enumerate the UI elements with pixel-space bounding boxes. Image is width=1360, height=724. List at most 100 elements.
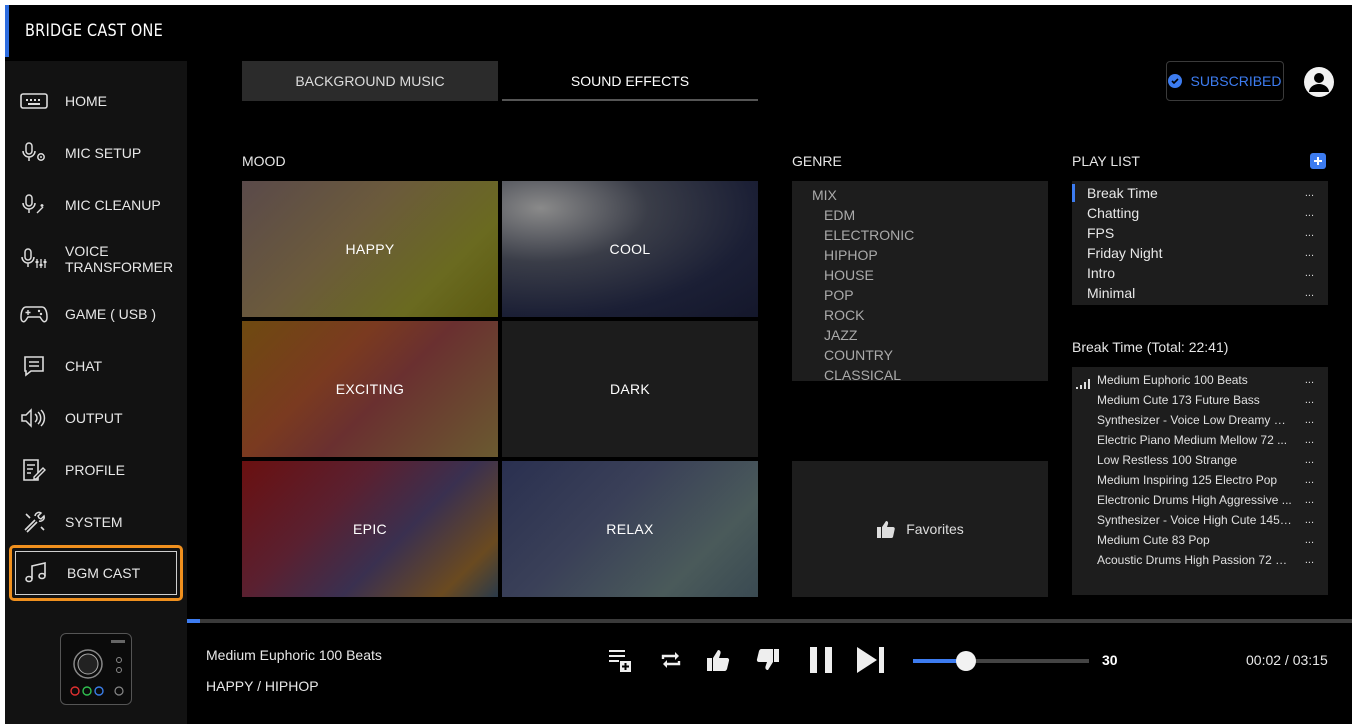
more-options-icon[interactable]: ... [1305,490,1314,510]
sidebar-item-home[interactable]: HOME [9,77,183,125]
track-item[interactable]: Electronic Drums High Aggressive ...... [1072,490,1328,510]
playlist-item[interactable]: Minimal... [1072,283,1328,303]
add-to-playlist-button[interactable] [607,643,633,677]
favorites-button[interactable]: Favorites [792,461,1048,597]
track-item[interactable]: Medium Euphoric 100 Beats... [1072,370,1328,390]
volume-slider[interactable] [913,651,1089,671]
more-options-icon[interactable]: ... [1305,203,1314,223]
mic-sliders-icon [19,245,49,273]
playback-time: 00:02 / 03:15 [1246,652,1328,668]
app-title: BRIDGE CAST ONE [25,21,163,41]
volume-slider-handle[interactable] [956,651,976,671]
mood-tile-epic[interactable]: EPIC [242,461,498,597]
track-title: Medium Inspiring 125 Electro Pop [1097,473,1278,487]
track-item[interactable]: Acoustic Drums High Passion 72 H...... [1072,550,1328,570]
sidebar-item-system[interactable]: SYSTEM [9,498,183,546]
more-options-icon[interactable]: ... [1305,390,1314,410]
more-options-icon[interactable]: ... [1305,370,1314,390]
check-circle-icon [1168,74,1183,88]
genre-item[interactable]: ROCK [792,305,1048,325]
pause-icon [810,647,832,673]
sidebar-item-label: OUTPUT [65,410,123,426]
dislike-button[interactable] [755,643,781,677]
sidebar-item-mic-setup[interactable]: MIC SETUP [9,129,183,177]
genre-item[interactable]: COUNTRY [792,345,1048,365]
tab-sound-effects[interactable]: SOUND EFFECTS [502,61,758,101]
plus-icon [1314,157,1322,165]
like-button[interactable] [705,643,731,677]
next-button[interactable] [855,643,887,677]
sidebar-item-voice-transformer[interactable]: VOICE TRANSFORMER [9,235,183,283]
playlist-item[interactable]: Friday Night... [1072,243,1328,263]
tab-background-music[interactable]: BACKGROUND MUSIC [242,61,498,101]
genre-item[interactable]: ELECTRONIC [792,225,1048,245]
more-options-icon[interactable]: ... [1305,550,1314,570]
more-options-icon[interactable]: ... [1305,283,1314,303]
track-title: Medium Cute 173 Future Bass [1097,393,1260,407]
sidebar-item-label: MIC SETUP [65,145,142,161]
more-options-icon[interactable]: ... [1305,510,1314,530]
pause-button[interactable] [806,643,836,677]
chat-icon [19,352,49,380]
sidebar-item-bgm-cast[interactable]: BGM CAST [9,545,183,601]
genre-item-mix[interactable]: MIX [792,185,1048,205]
playlist-item-label: Break Time [1087,185,1158,201]
track-item[interactable]: Synthesizer - Voice Low Dreamy 90 ...... [1072,410,1328,430]
more-options-icon[interactable]: ... [1305,430,1314,450]
profile-edit-icon [19,456,49,484]
thumbs-up-icon [707,650,730,671]
genre-item[interactable]: JAZZ [792,325,1048,345]
more-options-icon[interactable]: ... [1305,410,1314,430]
track-item[interactable]: Synthesizer - Voice High Cute 145 F.....… [1072,510,1328,530]
sidebar-item-mic-cleanup[interactable]: MIC CLEANUP [9,181,183,229]
mic-gear-icon [19,139,49,167]
playback-progress[interactable] [187,619,1352,623]
sidebar-item-label: GAME ( USB ) [65,306,157,322]
sidebar-item-game-usb[interactable]: GAME ( USB ) [9,290,183,338]
sidebar-item-label: MIC CLEANUP [65,197,161,213]
avatar[interactable] [1304,67,1334,97]
sidebar-item-output[interactable]: OUTPUT [9,394,183,442]
track-item[interactable]: Medium Cute 83 Pop... [1072,530,1328,550]
more-options-icon[interactable]: ... [1305,223,1314,243]
sidebar-item-chat[interactable]: CHAT [9,342,183,390]
speaker-icon [19,404,49,432]
mood-tile-exciting[interactable]: EXCITING [242,321,498,457]
genre-list: MIX EDM ELECTRONIC HIPHOP HOUSE POP ROCK… [792,181,1048,383]
mood-tile-dark[interactable]: DARK [502,321,758,457]
sidebar-item-profile[interactable]: PROFILE [9,446,183,494]
more-options-icon[interactable]: ... [1305,470,1314,490]
volume-value: 30 [1102,652,1118,668]
repeat-button[interactable] [658,643,684,677]
more-options-icon[interactable]: ... [1305,450,1314,470]
gamepad-icon [19,300,49,328]
track-item[interactable]: Low Restless 100 Strange... [1072,450,1328,470]
genre-item[interactable]: HOUSE [792,265,1048,285]
playlist-item[interactable]: Break Time... [1072,183,1328,203]
genre-item[interactable]: HIPHOP [792,245,1048,265]
subscribed-button[interactable]: SUBSCRIBED [1166,61,1284,101]
sidebar-item-label: SYSTEM [65,514,123,530]
more-options-icon[interactable]: ... [1305,263,1314,283]
more-options-icon[interactable]: ... [1305,183,1314,203]
sidebar: HOME MIC SETUP MIC CLEANUP VOICE TRANSFO… [5,61,187,724]
track-item[interactable]: Electric Piano Medium Mellow 72 ...... [1072,430,1328,450]
more-options-icon[interactable]: ... [1305,243,1314,263]
genre-item[interactable]: EDM [792,205,1048,225]
playlist-item[interactable]: Intro... [1072,263,1328,283]
mood-tile-happy[interactable]: HAPPY [242,181,498,317]
thumbs-down-icon [756,649,779,670]
playlist-item[interactable]: FPS... [1072,223,1328,243]
mood-tile-cool[interactable]: COOL [502,181,758,317]
add-playlist-button[interactable] [1310,153,1326,169]
now-playing-title: Medium Euphoric 100 Beats [206,647,382,663]
genre-item[interactable]: CLASSICAL [792,365,1048,385]
title-bar: BRIDGE CAST ONE [5,5,1352,57]
mood-tile-relax[interactable]: RELAX [502,461,758,597]
genre-item[interactable]: POP [792,285,1048,305]
track-item[interactable]: Medium Cute 173 Future Bass... [1072,390,1328,410]
playlist-item[interactable]: Chatting... [1072,203,1328,223]
track-item[interactable]: Medium Inspiring 125 Electro Pop... [1072,470,1328,490]
sidebar-item-label: PROFILE [65,462,125,478]
more-options-icon[interactable]: ... [1305,530,1314,550]
